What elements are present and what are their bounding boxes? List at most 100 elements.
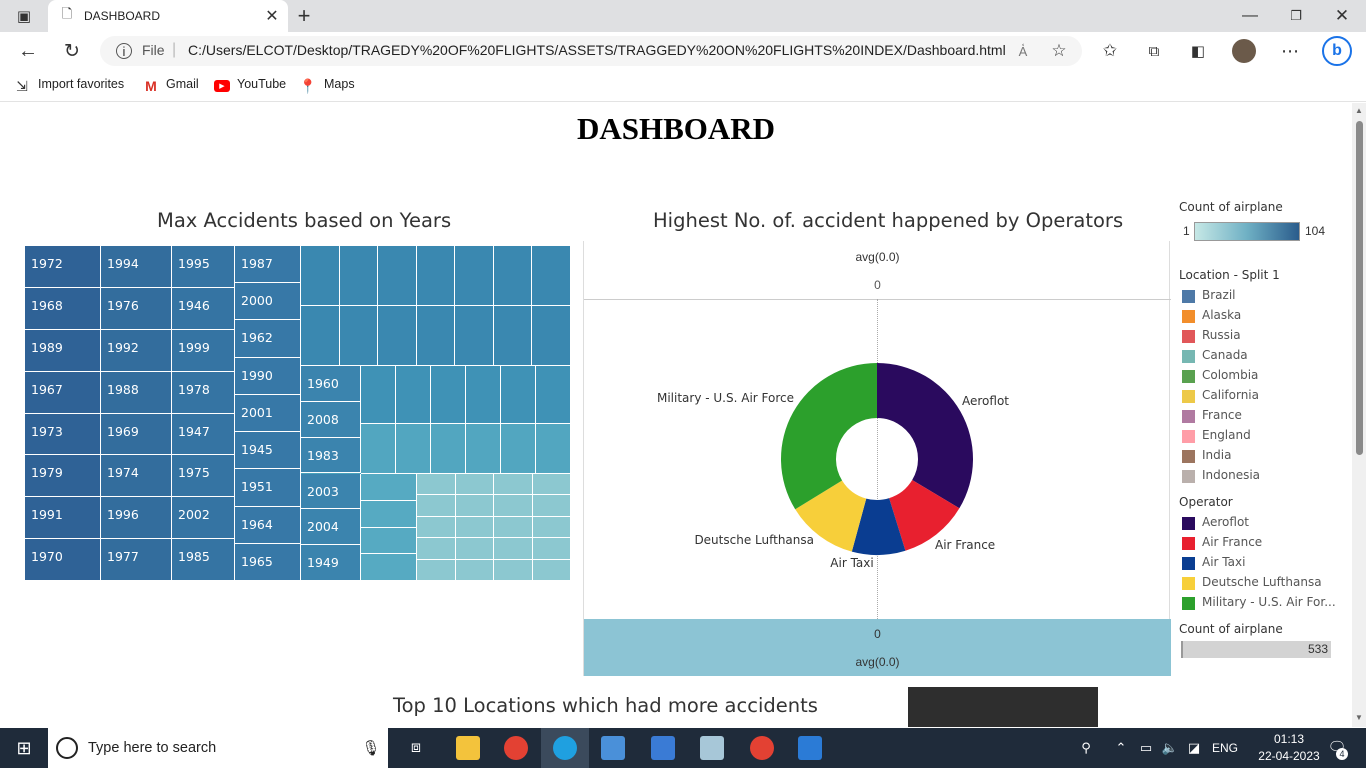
treemap-cell[interactable] [532, 495, 571, 517]
browser-tab[interactable]: 🗋 DASHBOARD ✕ [48, 0, 288, 32]
windows-start-icon[interactable]: ⊞ [12, 737, 36, 759]
treemap-cell[interactable]: 1964 [235, 506, 301, 544]
legend-item[interactable]: California [1182, 388, 1342, 404]
treemap-cell[interactable] [301, 306, 340, 366]
chrome-icon[interactable] [504, 736, 528, 760]
photos-icon[interactable] [798, 736, 822, 760]
page-scrollbar[interactable]: ▲ ▼ [1352, 103, 1366, 727]
treemap-cell[interactable] [532, 516, 571, 539]
treemap-cell[interactable] [501, 366, 536, 424]
treemap-cell[interactable]: 1946 [172, 287, 235, 330]
treemap-cell[interactable]: 1972 [25, 246, 101, 288]
legend-item[interactable]: Colombia [1182, 368, 1342, 384]
treemap-cell[interactable]: 1949 [301, 545, 361, 581]
read-aloud-icon[interactable]: A᷾ [1012, 40, 1034, 62]
clock-time[interactable]: 01:13 [1254, 732, 1324, 746]
legend-item[interactable]: Indonesia [1182, 468, 1342, 484]
treemap-cell[interactable] [339, 306, 379, 366]
url-field[interactable]: i File | C:/Users/ELCOT/Desktop/TRAGEDY%… [100, 36, 1082, 66]
legend-item[interactable]: Air France [1182, 535, 1342, 551]
close-window-icon[interactable]: ✕ [1330, 4, 1354, 28]
treemap-cell[interactable] [361, 554, 417, 581]
donut-slice[interactable] [781, 363, 877, 510]
legend-item[interactable]: Brazil [1182, 288, 1342, 304]
more-menu-icon[interactable]: ⋯ [1278, 39, 1302, 63]
treemap-cell[interactable]: 1975 [172, 455, 235, 498]
treemap-cell[interactable] [455, 559, 494, 581]
treemap-cell[interactable]: 1970 [25, 539, 101, 581]
treemap-cell[interactable]: 1991 [25, 497, 101, 540]
battery-icon[interactable]: ▭ [1136, 737, 1156, 759]
treemap-cell[interactable] [416, 246, 456, 306]
treemap-cell[interactable] [455, 538, 494, 560]
add-favorite-icon[interactable]: ☆ [1048, 40, 1070, 62]
treemap-cell[interactable] [532, 246, 571, 306]
treemap-cell[interactable] [361, 527, 417, 555]
treemap-cell[interactable]: 2000 [235, 283, 301, 321]
collections-icon[interactable]: ⧉ [1142, 39, 1166, 63]
treemap-cell[interactable] [396, 366, 431, 424]
restore-icon[interactable]: ❐ [1284, 4, 1308, 28]
fav-gmail[interactable]: Gmail [166, 77, 199, 91]
treemap-cell[interactable]: 1992 [101, 329, 172, 372]
treemap-cell[interactable] [494, 495, 533, 517]
people-icon[interactable]: ⚲ [1076, 737, 1096, 759]
profile-avatar[interactable] [1232, 39, 1256, 63]
language-indicator[interactable]: ENG [1212, 741, 1238, 755]
legend-item[interactable]: Military - U.S. Air For... [1182, 595, 1342, 611]
treemap-cell[interactable]: 1983 [301, 437, 361, 474]
year-treemap[interactable]: 1972 1968 1989 1967 1973 1979 1991 1970 1994 1976… [25, 246, 571, 581]
treemap-cell[interactable] [417, 559, 456, 581]
treemap-cell[interactable]: 1988 [101, 371, 172, 414]
show-hidden-icon[interactable]: ⌃ [1112, 737, 1130, 759]
treemap-cell[interactable] [361, 474, 417, 501]
treemap-cell[interactable] [455, 306, 494, 366]
tab-actions-icon[interactable]: ▣ [12, 6, 36, 26]
treemap-cell[interactable] [339, 246, 379, 306]
legend-item[interactable]: Air Taxi [1182, 555, 1342, 571]
treemap-cell[interactable] [466, 366, 501, 424]
legend-item[interactable]: Canada [1182, 348, 1342, 364]
edge-icon[interactable] [553, 736, 577, 760]
treemap-cell[interactable] [431, 424, 466, 474]
treemap-cell[interactable] [536, 366, 571, 424]
treemap-cell[interactable] [455, 474, 494, 496]
treemap-cell[interactable] [532, 474, 571, 496]
treemap-cell[interactable]: 1973 [25, 413, 101, 456]
treemap-cell[interactable]: 1994 [101, 246, 172, 288]
legend-item[interactable]: Russia [1182, 328, 1342, 344]
treemap-cell[interactable]: 1945 [235, 432, 301, 470]
treemap-cell[interactable]: 1974 [101, 455, 172, 498]
treemap-cell[interactable]: 1977 [101, 539, 172, 581]
legend-item[interactable]: Deutsche Lufthansa [1182, 575, 1342, 591]
store-icon[interactable] [601, 736, 625, 760]
treemap-cell[interactable]: 2001 [235, 394, 301, 433]
volume-icon[interactable]: 🔈 [1160, 737, 1180, 759]
treemap-cell[interactable] [396, 424, 431, 474]
treemap-cell[interactable] [494, 538, 533, 560]
treemap-cell[interactable]: 1960 [301, 366, 361, 402]
treemap-cell[interactable]: 1976 [101, 287, 172, 330]
treemap-cell[interactable] [455, 516, 494, 539]
treemap-cell[interactable]: 1995 [172, 246, 235, 288]
scrollbar-thumb[interactable] [1356, 121, 1363, 455]
taskbar-search[interactable]: Type here to search 🎙 [48, 728, 388, 768]
treemap-cell[interactable] [494, 474, 533, 496]
refresh-icon[interactable]: ↻ [60, 39, 84, 63]
mail-icon[interactable] [651, 736, 675, 760]
treemap-cell[interactable] [466, 424, 501, 474]
treemap-cell[interactable] [493, 306, 533, 366]
bing-icon[interactable]: b [1322, 36, 1352, 66]
treemap-cell[interactable]: 1999 [172, 329, 235, 372]
treemap-cell[interactable] [532, 559, 571, 581]
treemap-cell[interactable]: 2004 [301, 509, 361, 546]
treemap-cell[interactable] [501, 424, 536, 474]
favorites-icon[interactable]: ✩ [1098, 39, 1122, 63]
treemap-cell[interactable] [361, 366, 396, 424]
treemap-cell[interactable] [417, 516, 456, 539]
minimize-icon[interactable]: — [1238, 4, 1262, 28]
legend-item[interactable]: Alaska [1182, 308, 1342, 324]
mic-icon[interactable]: 🎙 [361, 737, 380, 759]
treemap-cell[interactable]: 1962 [235, 320, 301, 358]
treemap-cell[interactable]: 1987 [235, 246, 301, 284]
